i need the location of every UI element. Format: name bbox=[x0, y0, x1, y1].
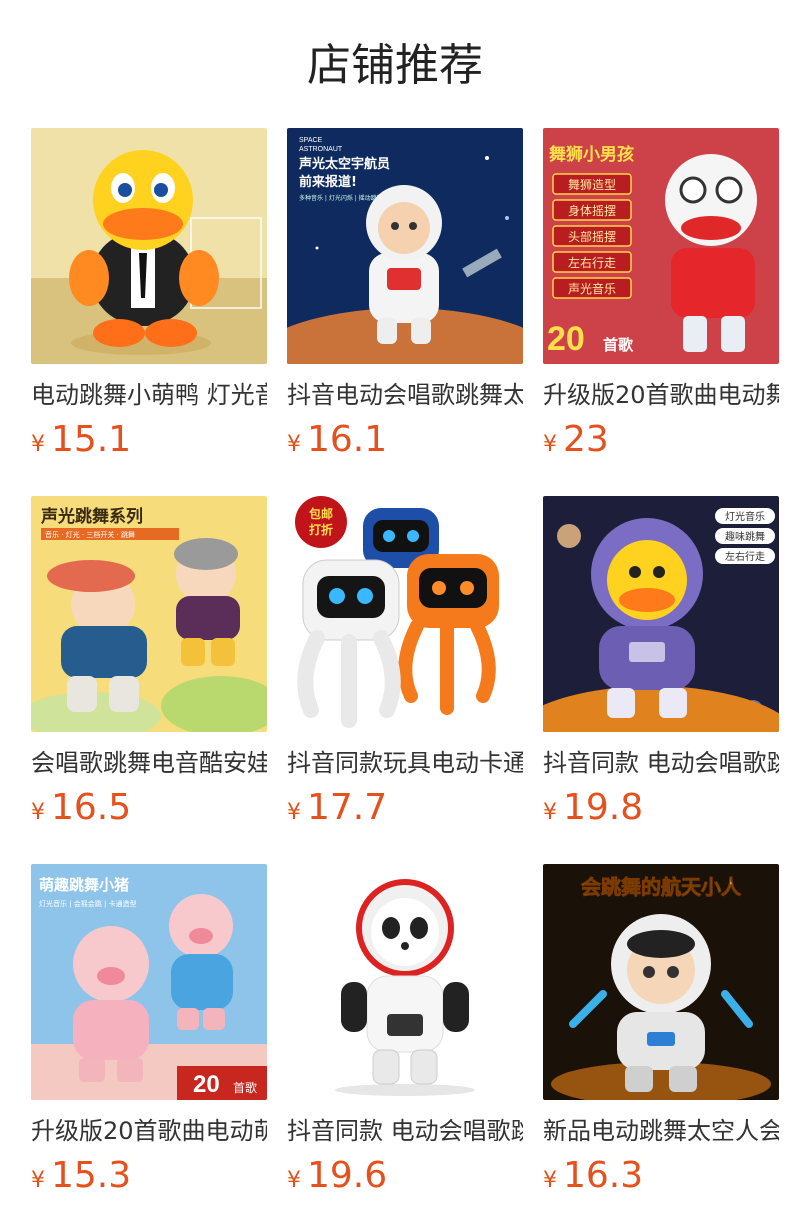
price-value: 16.1 bbox=[307, 419, 388, 460]
product-card[interactable]: 声光跳舞系列 音乐 · 灯光 · 三档开关 · 跳舞 会唱歌跳舞电音酷安娃娃 ¥1… bbox=[31, 496, 267, 864]
svg-text:左右行走: 左右行走 bbox=[725, 550, 765, 563]
currency-symbol: ¥ bbox=[543, 800, 557, 825]
svg-text:灯光音乐: 灯光音乐 bbox=[725, 510, 765, 523]
product-card[interactable]: 萌趣跳舞小猪 灯光音乐 | 会摇会跳 | 卡通造型 20 首歌升级版20首歌曲电… bbox=[31, 864, 267, 1232]
price-value: 19.8 bbox=[563, 787, 644, 828]
product-card[interactable]: SPACE ASTRONAUT 声光太空宇航员 前来报道! 多种音乐 | 灯光闪… bbox=[287, 128, 523, 496]
product-card[interactable]: 抖音同款 电动会唱歌跳舞熊猫 ¥19.6 bbox=[287, 864, 523, 1232]
product-name[interactable]: 抖音同款 电动会唱歌跳舞太空鸭 bbox=[543, 746, 779, 780]
svg-text:趣味跳舞: 趣味跳舞 bbox=[725, 530, 765, 543]
svg-text:舞狮小男孩: 舞狮小男孩 bbox=[549, 144, 634, 165]
product-name[interactable]: 升级版20首歌曲电动萌趣小猪 bbox=[31, 1114, 267, 1148]
product-name[interactable]: 会唱歌跳舞电音酷安娃娃 bbox=[31, 746, 267, 780]
product-image[interactable]: 舞狮小男孩 舞狮造型 身体摇摆 头部摇摆 左右行走 声光音乐 20 首歌 bbox=[543, 128, 779, 364]
svg-text:头部摇摆: 头部摇摆 bbox=[568, 229, 616, 244]
product-name[interactable]: 抖音同款玩具电动卡通机器人 bbox=[287, 746, 523, 780]
product-image[interactable]: 声光跳舞系列 音乐 · 灯光 · 三档开关 · 跳舞 bbox=[31, 496, 267, 732]
product-image[interactable] bbox=[287, 864, 523, 1100]
svg-text:会跳舞的航天小人: 会跳舞的航天小人 bbox=[581, 875, 742, 899]
svg-text:前来报道!: 前来报道! bbox=[299, 174, 357, 190]
product-price: ¥15.3 bbox=[31, 1154, 131, 1198]
product-name[interactable]: 新品电动跳舞太空人会唱歌 bbox=[543, 1114, 779, 1148]
product-name[interactable]: 抖音电动会唱歌跳舞太空宇航员 bbox=[287, 378, 523, 412]
product-price: ¥19.8 bbox=[543, 786, 643, 830]
product-image[interactable]: 包邮 打折 bbox=[287, 496, 523, 732]
price-value: 16.5 bbox=[51, 787, 132, 828]
svg-text:多种音乐 | 灯光闪烁 | 摇动跳舞: 多种音乐 | 灯光闪烁 | 摇动跳舞 bbox=[299, 194, 383, 202]
currency-symbol: ¥ bbox=[287, 1168, 301, 1193]
currency-symbol: ¥ bbox=[31, 800, 45, 825]
price-value: 17.7 bbox=[307, 787, 388, 828]
svg-text:左右行走: 左右行走 bbox=[568, 255, 616, 270]
price-value: 15.3 bbox=[51, 1155, 132, 1196]
product-price: ¥17.7 bbox=[287, 786, 387, 830]
svg-text:声光跳舞系列: 声光跳舞系列 bbox=[40, 506, 143, 527]
product-card[interactable]: 会跳舞的航天小人 新品电动跳舞太空人会唱歌 ¥16.3 bbox=[543, 864, 779, 1232]
svg-text:ASTRONAUT: ASTRONAUT bbox=[299, 146, 343, 153]
product-name[interactable]: 抖音同款 电动会唱歌跳舞熊猫 bbox=[287, 1114, 523, 1148]
product-price: ¥19.6 bbox=[287, 1154, 387, 1198]
svg-text:首歌: 首歌 bbox=[233, 1080, 257, 1095]
price-value: 19.6 bbox=[307, 1155, 388, 1196]
svg-text:SPACE: SPACE bbox=[299, 137, 323, 144]
svg-text:打折: 打折 bbox=[309, 522, 333, 537]
svg-text:身体摇摆: 身体摇摆 bbox=[568, 203, 616, 218]
svg-text:灯光音乐 | 会摇会跳 | 卡通造型: 灯光音乐 | 会摇会跳 | 卡通造型 bbox=[39, 899, 137, 908]
price-value: 16.3 bbox=[563, 1155, 644, 1196]
product-image[interactable]: 会跳舞的航天小人 bbox=[543, 864, 779, 1100]
currency-symbol: ¥ bbox=[543, 1168, 557, 1193]
svg-text:萌趣跳舞小猪: 萌趣跳舞小猪 bbox=[39, 876, 129, 894]
product-card[interactable]: 电动跳舞小萌鸭 灯光音乐 ¥15.1 bbox=[31, 128, 267, 496]
product-price: ¥23 bbox=[543, 418, 609, 462]
svg-text:20: 20 bbox=[193, 1071, 220, 1098]
product-card[interactable]: 灯光音乐 趣味跳舞 左右行走 抖音同款 电动会唱歌跳舞太空鸭 ¥19.8 bbox=[543, 496, 779, 864]
product-price: ¥16.1 bbox=[287, 418, 387, 462]
svg-text:音乐 · 灯光 · 三档开关 · 跳舞: 音乐 · 灯光 · 三档开关 · 跳舞 bbox=[45, 530, 135, 539]
product-name[interactable]: 电动跳舞小萌鸭 灯光音乐 bbox=[31, 378, 267, 412]
svg-text:20: 20 bbox=[547, 320, 585, 358]
product-card[interactable]: 舞狮小男孩 舞狮造型 身体摇摆 头部摇摆 左右行走 声光音乐 20 首歌 升级版… bbox=[543, 128, 779, 496]
product-price: ¥16.5 bbox=[31, 786, 131, 830]
svg-text:首歌: 首歌 bbox=[603, 336, 634, 354]
svg-text:声光太空宇航员: 声光太空宇航员 bbox=[298, 156, 390, 172]
svg-text:包邮: 包邮 bbox=[308, 506, 333, 521]
section-title: 店铺推荐 bbox=[307, 40, 483, 91]
product-price: ¥15.1 bbox=[31, 418, 131, 462]
svg-text:声光音乐: 声光音乐 bbox=[568, 281, 616, 296]
currency-symbol: ¥ bbox=[31, 1168, 45, 1193]
product-card[interactable]: 包邮 打折 抖音同款玩具电动卡通机器人 ¥17.7 bbox=[287, 496, 523, 864]
svg-text:舞狮造型: 舞狮造型 bbox=[568, 178, 616, 192]
product-price: ¥16.3 bbox=[543, 1154, 643, 1198]
product-image[interactable]: 灯光音乐 趣味跳舞 左右行走 bbox=[543, 496, 779, 732]
product-image[interactable] bbox=[31, 128, 267, 364]
product-grid: 电动跳舞小萌鸭 灯光音乐 ¥15.1 SPACE ASTRONAUT 声光太空宇航… bbox=[31, 128, 779, 1232]
currency-symbol: ¥ bbox=[543, 432, 557, 457]
price-value: 23 bbox=[563, 419, 609, 460]
currency-symbol: ¥ bbox=[287, 800, 301, 825]
product-name[interactable]: 升级版20首歌曲电动舞狮小男孩 bbox=[543, 378, 779, 412]
product-image[interactable]: SPACE ASTRONAUT 声光太空宇航员 前来报道! 多种音乐 | 灯光闪… bbox=[287, 128, 523, 364]
price-value: 15.1 bbox=[51, 419, 132, 460]
currency-symbol: ¥ bbox=[31, 432, 45, 457]
currency-symbol: ¥ bbox=[287, 432, 301, 457]
product-image[interactable]: 萌趣跳舞小猪 灯光音乐 | 会摇会跳 | 卡通造型 20 首歌 bbox=[31, 864, 267, 1100]
